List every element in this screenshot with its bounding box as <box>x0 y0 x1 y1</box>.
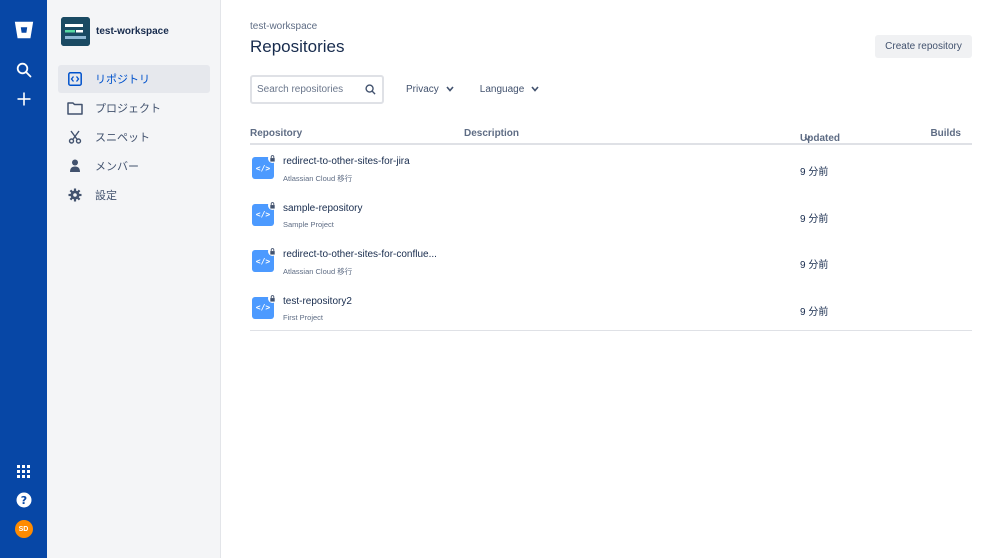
sidebar-item-label: プロジェクト <box>95 103 161 115</box>
person-icon <box>67 158 83 174</box>
lock-icon <box>268 200 277 210</box>
workspace-name: test-workspace <box>96 26 169 37</box>
language-dropdown-label: Language <box>479 84 525 95</box>
svg-text:?: ? <box>20 494 26 507</box>
privacy-dropdown[interactable]: Privacy <box>402 75 458 104</box>
repository-updated: 9 分前 <box>800 167 829 178</box>
scissors-icon <box>67 129 83 145</box>
repository-name-link[interactable]: redirect-to-other-sites-for-conflue... <box>283 249 437 260</box>
search-icon[interactable] <box>0 58 47 82</box>
repository-avatar-icon: </> <box>252 200 277 226</box>
repository-name-link[interactable]: sample-repository <box>283 203 362 214</box>
sidebar-item-label: メンバー <box>95 161 139 173</box>
repository-avatar-icon: </> <box>252 154 277 179</box>
repositories-table: Repository Description Updated Builds </… <box>250 123 972 331</box>
sidebar-item-snippets[interactable]: スニペット <box>58 123 210 151</box>
workspace-header[interactable]: test-workspace <box>61 17 169 46</box>
repository-name-link[interactable]: redirect-to-other-sites-for-jira <box>283 156 410 167</box>
repository-project: Sample Project <box>283 219 334 229</box>
sidebar-item-label: スニペット <box>95 132 150 144</box>
table-row[interactable]: </> test-repository2 First Project 9 分前 <box>250 285 972 331</box>
bitbucket-logo-icon[interactable] <box>0 16 47 44</box>
app-switcher-icon[interactable] <box>0 460 47 482</box>
sidebar-nav: リポジトリ プロジェクト スニペット メンバー 設定 <box>58 65 210 210</box>
breadcrumb[interactable]: test-workspace <box>250 21 317 32</box>
search-box[interactable] <box>250 75 384 104</box>
sidebar-item-repositories[interactable]: リポジトリ <box>58 65 210 93</box>
folder-icon <box>67 100 83 116</box>
chevron-down-icon <box>531 84 539 95</box>
sidebar-item-settings[interactable]: 設定 <box>58 181 210 209</box>
column-header-repository[interactable]: Repository <box>250 128 302 139</box>
repository-project: Atlassian Cloud 移行 <box>283 267 353 276</box>
sidebar: test-workspace リポジトリ プロジェクト スニペット メンバー 設… <box>47 0 221 558</box>
sidebar-item-label: リポジトリ <box>95 74 150 86</box>
lock-icon <box>268 154 277 163</box>
repository-project: Atlassian Cloud 移行 <box>283 174 353 183</box>
lock-icon <box>268 247 277 256</box>
create-repository-button[interactable]: Create repository <box>875 35 972 58</box>
help-icon[interactable]: ? <box>0 489 47 511</box>
repository-updated: 9 分前 <box>800 213 829 225</box>
search-icon[interactable] <box>363 83 377 97</box>
repository-avatar-icon: </> <box>252 247 277 272</box>
main-content: test-workspace Repositories Create repos… <box>250 0 972 558</box>
language-dropdown[interactable]: Language <box>476 75 544 104</box>
chevron-down-icon <box>446 84 454 95</box>
table-row[interactable]: </> redirect-to-other-sites-for-jira Atl… <box>250 145 972 192</box>
filter-bar: Privacy Language <box>250 75 543 104</box>
repository-avatar-icon: </> <box>252 293 277 319</box>
chevron-down-icon <box>804 133 811 144</box>
repository-name-link[interactable]: test-repository2 <box>283 296 352 307</box>
column-header-description: Description <box>464 128 520 139</box>
gear-icon <box>67 187 83 203</box>
table-row[interactable]: </> redirect-to-other-sites-for-conflue.… <box>250 238 972 285</box>
avatar-initials: SD <box>14 520 33 538</box>
column-header-builds: Builds <box>930 128 961 139</box>
repository-updated: 9 分前 <box>800 306 829 318</box>
table-header: Repository Description Updated Builds <box>250 123 972 145</box>
repository-project: First Project <box>283 312 324 322</box>
workspace-logo-icon <box>61 17 90 46</box>
sidebar-item-members[interactable]: メンバー <box>58 152 210 180</box>
sidebar-item-label: 設定 <box>95 190 117 202</box>
table-row[interactable]: </> sample-repository Sample Project 9 分… <box>250 192 972 239</box>
page-title: Repositories <box>250 37 345 56</box>
lock-icon <box>268 293 277 303</box>
repository-icon <box>67 71 83 87</box>
plus-icon[interactable] <box>0 87 47 111</box>
global-nav: ? SD <box>0 0 47 558</box>
search-input[interactable] <box>257 84 363 95</box>
user-avatar[interactable]: SD <box>0 518 47 540</box>
repository-updated: 9 分前 <box>800 260 829 271</box>
privacy-dropdown-label: Privacy <box>406 84 439 95</box>
sidebar-item-projects[interactable]: プロジェクト <box>58 94 210 122</box>
